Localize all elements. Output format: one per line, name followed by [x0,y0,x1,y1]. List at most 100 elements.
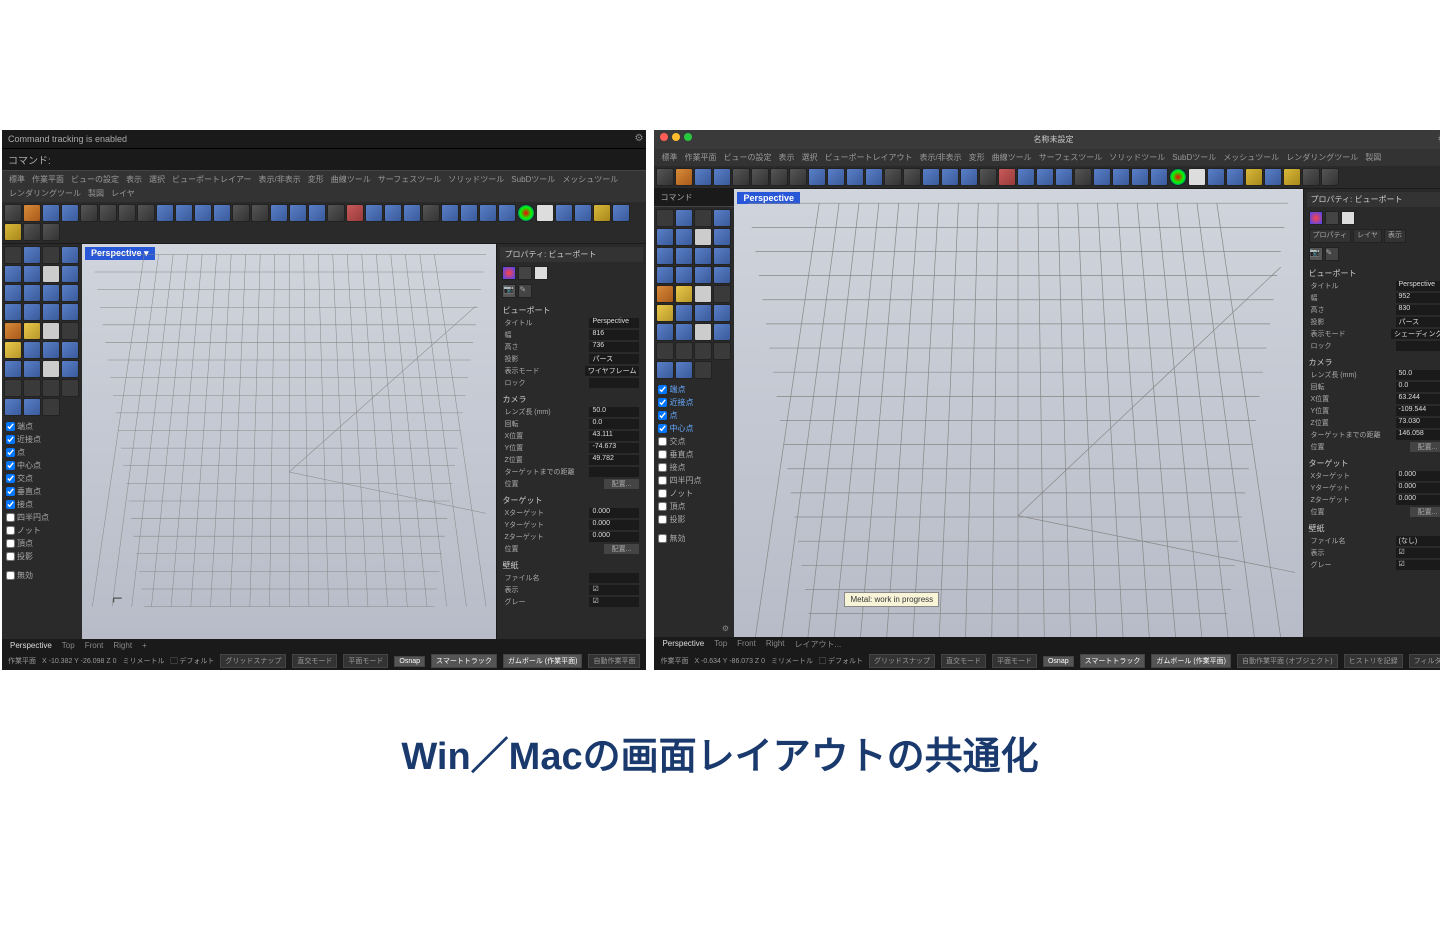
toolbar-icon[interactable] [846,168,864,186]
tool-icon[interactable] [42,341,60,359]
prop-value[interactable]: パース [589,354,639,364]
toolbar-icon[interactable] [346,204,364,222]
status-toggle[interactable]: 平面モード [343,654,388,668]
tool-icon[interactable] [656,228,674,246]
menu-item[interactable]: レイヤ [108,187,138,200]
tool-icon[interactable] [4,322,22,340]
tool-icon[interactable] [61,341,79,359]
status-cplane[interactable]: 作業平面 [660,656,688,666]
prop-value[interactable]: 49.782 [589,455,639,465]
tab-icon[interactable] [518,266,532,280]
menu-item[interactable]: 標準 [6,173,28,186]
place-button[interactable]: 配置... [604,544,640,554]
tool-icon[interactable] [23,379,41,397]
toolbar-icon[interactable] [270,204,288,222]
osnap-option[interactable]: 投影 [4,550,80,563]
tool-icon[interactable] [61,322,79,340]
menu-item[interactable]: メッシュツール [1220,151,1282,164]
material-icon[interactable] [502,266,516,280]
osnap-option[interactable]: 中心点 [4,459,80,472]
brush-icon[interactable]: ✎ [1325,247,1339,261]
toolbar-icon[interactable] [1188,168,1206,186]
prop-value[interactable]: 736 [589,342,639,352]
tool-icon[interactable] [4,246,22,264]
tool-icon[interactable] [675,266,693,284]
tool-icon[interactable] [656,247,674,265]
menu-item[interactable]: 製図 [1362,151,1384,164]
toolbar-icon[interactable] [593,204,611,222]
tool-icon[interactable] [4,379,22,397]
prop-value[interactable]: 0.000 [589,532,639,542]
prop-value[interactable]: 63.244 [1396,394,1440,404]
status-toggle[interactable]: 平面モード [992,654,1037,668]
toolbar-icon[interactable] [827,168,845,186]
toolbar-icon[interactable] [960,168,978,186]
view-tab[interactable]: Right [113,641,132,650]
tool-icon[interactable] [713,228,731,246]
status-toggle[interactable]: 自動作業平面 [588,654,640,668]
cam-icon[interactable]: 📷 [1309,247,1323,261]
tool-icon[interactable] [675,247,693,265]
toolbar-icon[interactable] [536,204,554,222]
tool-icon[interactable] [713,247,731,265]
toolbar-icon[interactable] [732,168,750,186]
prop-value[interactable]: シェーディング [1391,329,1440,339]
toolbar-icon[interactable] [713,168,731,186]
tool-icon[interactable] [23,246,41,264]
menu-item[interactable]: ビューの設定 [720,151,774,164]
tool-icon[interactable] [675,285,693,303]
mac-viewport[interactable]: Perspective Metal: work in progress [734,189,1302,637]
tool-icon[interactable] [23,322,41,340]
prop-value[interactable]: 0.000 [1396,483,1440,493]
toolbar-icon[interactable] [1150,168,1168,186]
prop-value[interactable]: 73.030 [1396,418,1440,428]
toolbar-icon[interactable] [384,204,402,222]
tool-icon[interactable] [656,342,674,360]
status-layer[interactable]: ▢ デフォルト [819,656,863,666]
tool-icon[interactable] [23,360,41,378]
toolbar-icon[interactable] [4,204,22,222]
menu-item[interactable]: 選択 [146,173,168,186]
tool-icon[interactable] [675,304,693,322]
toolbar-icon[interactable] [4,223,22,241]
status-toggle[interactable]: グリッドスナップ [220,654,286,668]
osnap-option[interactable]: 近接点 [4,433,80,446]
tool-icon[interactable] [713,266,731,284]
menu-item[interactable]: 曲線ツール [989,151,1035,164]
prop-value[interactable]: (なし) [1396,536,1440,546]
osnap-option[interactable]: 交点 [4,472,80,485]
osnap-option[interactable]: 頂点 [656,500,714,513]
prop-value[interactable]: 0.0 [1396,382,1440,392]
mac-command-prompt[interactable]: コマンド [654,189,734,207]
prop-value[interactable]: 146.058 [1396,430,1440,440]
tool-icon[interactable] [61,360,79,378]
status-toggle[interactable]: スマートトラック [1080,654,1146,668]
toolbar-icon[interactable] [251,204,269,222]
toolbar-icon[interactable] [61,204,79,222]
prop-value[interactable]: 43.111 [589,431,639,441]
osnap-option[interactable]: 中心点 [656,422,714,435]
status-toggle[interactable]: グリッドスナップ [869,654,935,668]
prop-value[interactable]: ☑ [589,585,639,595]
toolbar-icon[interactable] [42,223,60,241]
toolbar-icon[interactable] [1112,168,1130,186]
menu-item[interactable]: SubDツール [508,173,558,186]
tool-icon[interactable] [23,341,41,359]
tool-icon[interactable] [42,303,60,321]
view-tab[interactable]: Front [85,641,104,650]
cam-icon[interactable]: 📷 [502,284,516,298]
toolbar-icon[interactable] [460,204,478,222]
menu-item[interactable]: ソリッドツール [445,173,507,186]
toolbar-icon[interactable] [903,168,921,186]
view-tab[interactable]: Right [766,639,785,650]
status-toggle[interactable]: Osnap [1043,656,1074,667]
tool-icon[interactable] [42,360,60,378]
toolbar-icon[interactable] [555,204,573,222]
prop-value[interactable]: ☑ [1396,560,1440,570]
prop-value[interactable] [1396,341,1440,351]
prop-value[interactable] [589,378,639,388]
win-view-tabs[interactable]: PerspectiveTopFrontRight+ [2,639,646,652]
menu-item[interactable]: 選択 [798,151,820,164]
osnap-option[interactable]: 接点 [656,461,714,474]
tool-icon[interactable] [713,304,731,322]
